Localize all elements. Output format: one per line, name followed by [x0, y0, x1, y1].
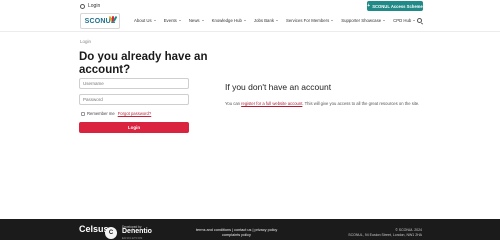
- password-field[interactable]: Password: [79, 94, 189, 105]
- remember-me-checkbox[interactable]: [81, 111, 85, 116]
- nav-item-news[interactable]: News: [189, 18, 204, 23]
- top-login-label: Login: [88, 3, 101, 9]
- site-footer: Celsus C Developed by Denentio EDUCATION…: [0, 219, 500, 240]
- nav-item-services[interactable]: Services For Members: [286, 18, 334, 23]
- username-field[interactable]: Username: [79, 78, 189, 89]
- password-placeholder: Password: [83, 97, 103, 102]
- nav-item-events[interactable]: Events: [164, 18, 181, 23]
- nav-label: Jobs Bank: [253, 18, 274, 23]
- nav-item-about-us[interactable]: About Us: [134, 18, 156, 23]
- access-scheme-button[interactable]: + SCONUL Access Scheme: [367, 1, 423, 11]
- remember-me-row: Remember me Forgot password?: [81, 111, 151, 116]
- access-scheme-label: SCONUL Access Scheme: [372, 3, 423, 9]
- no-account-heading: If you don't have an account: [225, 82, 332, 92]
- nav-label: CPD Hub: [393, 18, 412, 23]
- chevron-down-icon: [243, 20, 246, 21]
- chevron-down-icon: [201, 20, 204, 21]
- login-button[interactable]: Login: [79, 122, 189, 133]
- complaints-policy-link[interactable]: complaints policy: [222, 233, 251, 237]
- celsus-badge-icon: C: [105, 227, 117, 239]
- nav-label: Supporter Showcase: [341, 18, 382, 23]
- register-link[interactable]: register for a full website account: [241, 101, 302, 106]
- nav-item-cpd-hub[interactable]: CPD Hub: [393, 18, 416, 23]
- nav-label: Knowledge Hub: [211, 18, 242, 23]
- site-header: SCONUL About Us Events News Knowledge Hu…: [0, 12, 500, 32]
- nav-item-supporter-showcase[interactable]: Supporter Showcase: [341, 18, 386, 23]
- logo-mark-icon: [108, 15, 118, 23]
- utility-bar: Login + SCONUL Access Scheme: [0, 0, 500, 12]
- register-text-before: You can: [225, 101, 242, 106]
- chevron-down-icon: [276, 20, 278, 21]
- nav-label: News: [188, 18, 200, 23]
- address: SCONUL, 94 Euston Street, London, NW1 2H…: [348, 233, 422, 237]
- search-icon[interactable]: [417, 18, 422, 23]
- page-title: Do you already have an account?: [79, 51, 208, 76]
- developer-sub: EDUCATION: [122, 236, 143, 240]
- nav-label: Services For Members: [286, 18, 330, 23]
- chevron-down-icon: [413, 20, 416, 21]
- user-icon: [80, 3, 85, 9]
- username-placeholder: Username: [83, 81, 104, 86]
- breadcrumb: Login: [80, 39, 92, 44]
- nav-label: About Us: [134, 18, 152, 23]
- nav-label: Events: [163, 18, 177, 23]
- register-text-after: . This will give you access to all the g…: [302, 101, 420, 106]
- chevron-down-icon: [153, 20, 156, 21]
- no-account-text: You can register for a full website acco…: [225, 101, 419, 106]
- chevron-down-icon: [383, 20, 386, 21]
- chevron-down-icon: [178, 20, 181, 21]
- copyright: © SCONUL 2024: [395, 228, 422, 232]
- top-login-link[interactable]: Login: [80, 3, 100, 9]
- remember-me-label: Remember me: [87, 111, 115, 116]
- developer-logo: Denentio: [122, 228, 152, 235]
- footer-links[interactable]: terms and conditions | contact us | priv…: [196, 228, 277, 232]
- sconul-logo[interactable]: SCONUL: [80, 13, 120, 29]
- main-nav: About Us Events News Knowledge Hub Jobs …: [134, 18, 423, 23]
- forgot-password-link[interactable]: Forgot password?: [118, 111, 152, 116]
- chevron-down-icon: [331, 20, 334, 21]
- nav-item-jobs-bank[interactable]: Jobs Bank: [254, 18, 278, 23]
- nav-item-knowledge-hub[interactable]: Knowledge Hub: [212, 18, 246, 23]
- plus-icon: +: [367, 2, 371, 9]
